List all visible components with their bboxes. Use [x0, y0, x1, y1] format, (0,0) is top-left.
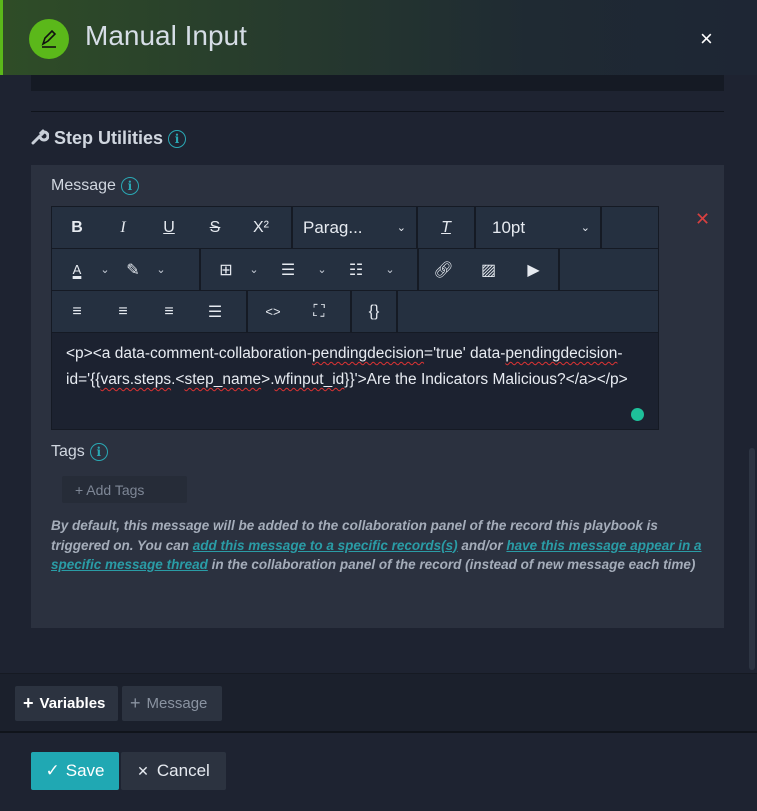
- note-text: and/or: [457, 537, 507, 553]
- pencil-icon: [29, 19, 69, 59]
- content-text: vars.steps: [100, 371, 172, 388]
- bold-button[interactable]: B: [54, 207, 100, 248]
- tags-label: Tags i: [51, 443, 108, 461]
- block-format-select[interactable]: Parag... ⌄: [293, 207, 416, 248]
- content-text: ='true' data-: [424, 345, 506, 362]
- add-variables-button[interactable]: + Variables: [15, 686, 118, 721]
- italic-button[interactable]: I: [100, 207, 146, 248]
- add-message-button[interactable]: + Message: [122, 686, 222, 721]
- help-note: By default, this message will be added t…: [51, 516, 716, 575]
- previous-section-bar: [31, 75, 724, 91]
- add-tags-button[interactable]: + Add Tags: [62, 476, 187, 503]
- content-text: step_name: [184, 371, 262, 388]
- code-button[interactable]: <>: [250, 291, 296, 332]
- variables-label: Variables: [39, 695, 106, 712]
- step-utilities-heading: Step Utilities i: [31, 127, 187, 150]
- close-button[interactable]: ×: [700, 26, 713, 52]
- toolbar-row-2: A ⌄ ✎ ⌄ ⊞ ⌄ ☰ ⌄ ☷ ⌄ 🔗︎ ▨ ▶: [52, 249, 658, 291]
- tags-label-text: Tags: [51, 443, 85, 460]
- source-code-button[interactable]: {}: [352, 291, 396, 332]
- text-color-icon[interactable]: A: [60, 249, 94, 290]
- check-icon: ✓: [45, 761, 60, 780]
- superscript-button[interactable]: X²: [238, 207, 284, 248]
- save-label: Save: [65, 761, 105, 780]
- dialog-title: Manual Input: [85, 20, 247, 51]
- content-text: <p><a data-comment-collaboration-: [66, 345, 312, 362]
- align-left-icon[interactable]: ≡: [54, 291, 100, 332]
- info-icon[interactable]: i: [168, 129, 187, 148]
- link-icon[interactable]: 🔗︎: [421, 249, 466, 290]
- numbered-list-icon[interactable]: ☷: [333, 249, 379, 290]
- toolbar-row-3: ≡ ≡ ≡ ☰ <> ⛶ {}: [52, 291, 658, 333]
- save-button[interactable]: ✓ Save: [31, 752, 119, 790]
- bullet-list-icon[interactable]: ☰: [265, 249, 311, 290]
- table-icon[interactable]: ⊞: [209, 249, 243, 290]
- toolbar-row-1: B I U S X² Parag... ⌄ T 10pt ⌄: [52, 207, 658, 249]
- info-icon[interactable]: i: [120, 177, 139, 195]
- content-text: }}'>Are the Indicators Malicious?</a></p…: [344, 371, 628, 388]
- font-size-value: 10pt: [492, 217, 526, 237]
- content-text: pendingdecision: [312, 345, 425, 362]
- underline-button[interactable]: U: [146, 207, 192, 248]
- chevron-down-icon[interactable]: ⌄: [94, 249, 116, 290]
- note-text: in the collaboration panel of the record…: [207, 557, 696, 572]
- media-icon[interactable]: ▶: [511, 249, 556, 290]
- content-text: >.: [261, 371, 275, 388]
- fullscreen-icon[interactable]: ⛶: [296, 291, 342, 332]
- strikethrough-button[interactable]: S: [192, 207, 238, 248]
- content-text: pendingdecision: [505, 345, 618, 362]
- cancel-button[interactable]: ✕ Cancel: [121, 752, 226, 790]
- divider: [31, 111, 724, 112]
- section-title: Step Utilities: [54, 128, 164, 148]
- chevron-down-icon[interactable]: ⌄: [150, 249, 172, 290]
- wrench-icon: [31, 127, 50, 150]
- plus-icon: +: [130, 693, 141, 713]
- content-text: .<: [171, 371, 185, 388]
- font-size-select[interactable]: 10pt ⌄: [476, 207, 600, 248]
- chevron-down-icon[interactable]: ⌄: [379, 249, 401, 290]
- chevron-down-icon[interactable]: ⌄: [243, 249, 265, 290]
- bottom-toolbar: + Variables + Message: [0, 673, 757, 733]
- align-right-icon[interactable]: ≡: [146, 291, 192, 332]
- chevron-down-icon: ⌄: [580, 222, 590, 234]
- message-button-label: Message: [146, 695, 208, 712]
- align-center-icon[interactable]: ≡: [100, 291, 146, 332]
- plus-icon: +: [23, 693, 34, 713]
- clear-format-button[interactable]: T: [423, 207, 469, 248]
- block-format-value: Parag...: [303, 217, 363, 237]
- specific-records-link[interactable]: add this message to a specific records(s…: [193, 538, 458, 553]
- scrollbar[interactable]: [749, 448, 755, 670]
- message-label: Message i: [51, 177, 139, 195]
- chevron-down-icon: ⌄: [396, 222, 406, 234]
- highlight-color-icon[interactable]: ✎: [116, 249, 150, 290]
- content-text: wfinput_id: [274, 371, 345, 388]
- cancel-label: Cancel: [156, 761, 210, 780]
- close-icon: ✕: [137, 762, 149, 779]
- status-dot: [631, 408, 644, 421]
- editor-content[interactable]: <p><a data-comment-collaboration-pending…: [52, 333, 658, 429]
- chevron-down-icon[interactable]: ⌄: [311, 249, 333, 290]
- rich-text-editor: B I U S X² Parag... ⌄ T 10pt ⌄ A ⌄ ✎ ⌄ ⊞ ⌄…: [51, 206, 659, 430]
- info-icon[interactable]: i: [89, 443, 108, 461]
- image-icon[interactable]: ▨: [466, 249, 511, 290]
- align-justify-icon[interactable]: ☰: [192, 291, 238, 332]
- message-label-text: Message: [51, 177, 116, 194]
- remove-message-button[interactable]: ✕: [695, 209, 710, 230]
